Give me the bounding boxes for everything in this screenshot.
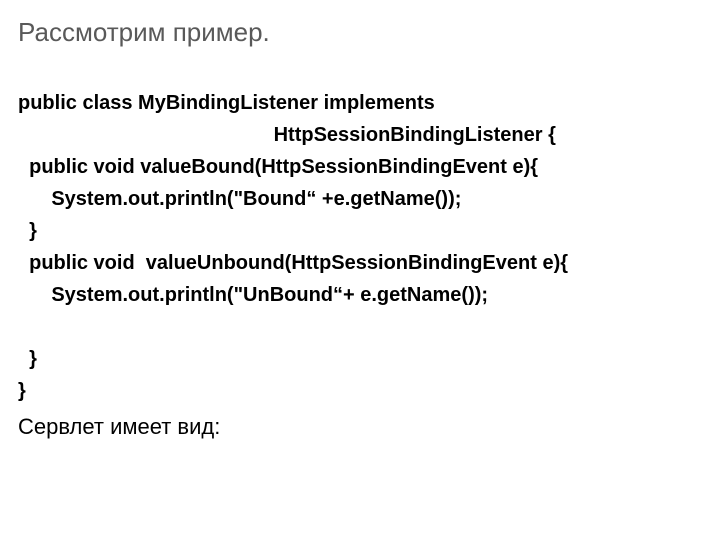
code-line: HttpSessionBindingListener { xyxy=(18,124,556,146)
closing-text: Сервлет имеет вид: xyxy=(18,409,702,444)
slide: Рассмотрим пример. public class MyBindin… xyxy=(0,0,720,540)
code-line: System.out.println("Bound“ +e.getName())… xyxy=(18,188,461,210)
code-block: public class MyBindingListener implement… xyxy=(18,55,702,407)
code-line: } xyxy=(18,380,26,402)
code-line: System.out.println("UnBound“+ e.getName(… xyxy=(18,284,488,306)
code-line: public class MyBindingListener implement… xyxy=(18,92,435,114)
code-line: } xyxy=(18,220,37,242)
code-line: public void valueUnbound(HttpSessionBind… xyxy=(18,252,568,274)
code-line: } xyxy=(18,348,37,370)
slide-title: Рассмотрим пример. xyxy=(18,16,702,49)
code-line: public void valueBound(HttpSessionBindin… xyxy=(18,156,538,178)
